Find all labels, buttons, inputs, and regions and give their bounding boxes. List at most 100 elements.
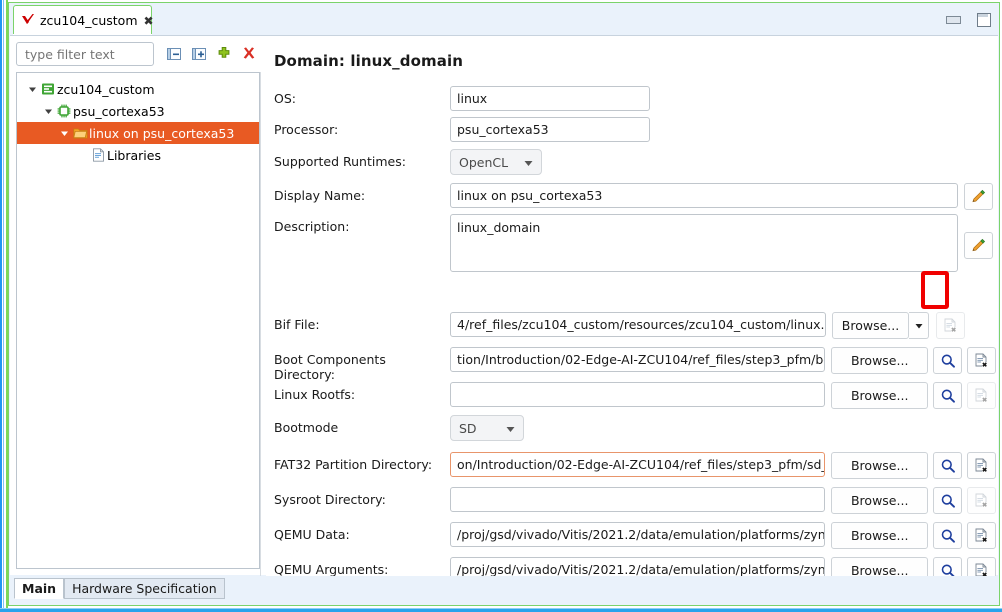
boot-components-directory-input[interactable]: tion/Introduction/02-Edge-AI-ZCU104/ref_… <box>450 347 826 372</box>
expand-all-icon[interactable] <box>191 46 207 62</box>
bif-file-browse-button[interactable]: Browse... <box>832 312 909 339</box>
remove-icon[interactable] <box>241 46 257 62</box>
form-row-processor: Processor: psu_cortexa53 <box>274 117 996 142</box>
field-label: FAT32 Partition Directory: <box>274 457 433 472</box>
bif-file-dropdown-button[interactable] <box>909 312 929 339</box>
chevron-down-icon[interactable] <box>25 85 39 94</box>
chevron-down-icon <box>524 155 533 170</box>
button-label: Browse... <box>850 493 909 508</box>
domain-form: Domain: linux_domain OS: linux Processor… <box>266 38 996 576</box>
os-input[interactable]: linux <box>450 86 650 111</box>
editor-content: zcu104_custom <box>10 35 998 602</box>
qemu-data-input[interactable]: /proj/gsd/vivado/Vitis/2021.2/data/emula… <box>450 522 826 547</box>
linux-rootfs-search-button[interactable] <box>933 382 963 409</box>
sysroot-search-button[interactable] <box>933 487 963 514</box>
linux-rootfs-input[interactable] <box>450 382 826 407</box>
qemu-arguments-clear-button[interactable] <box>967 557 996 576</box>
linux-rootfs-browse-button[interactable]: Browse... <box>831 382 929 409</box>
supported-runtimes-select[interactable]: OpenCL <box>450 149 542 175</box>
editor-tab-zcu104-custom[interactable]: zcu104_custom ✖ <box>13 5 154 35</box>
tree-item-psu-cortexa53[interactable]: psu_cortexa53 <box>17 100 259 122</box>
form-row-sysroot-directory: Sysroot Directory: Browse... <box>274 487 996 514</box>
bootmode-select[interactable]: SD <box>450 415 524 441</box>
folder-icon <box>71 126 89 140</box>
field-label: Processor: <box>274 122 339 137</box>
form-row-fat32-partition-directory: FAT32 Partition Directory: on/Introducti… <box>274 452 996 479</box>
field-label: Boot Components Directory: <box>274 352 386 382</box>
tab-label: Hardware Specification <box>72 581 217 596</box>
qemu-data-search-button[interactable] <box>933 522 963 549</box>
platform-tree[interactable]: zcu104_custom psu_cortexa53 linux on psu… <box>16 72 260 569</box>
tree-item-label: zcu104_custom <box>57 81 155 97</box>
edit-description-button[interactable] <box>964 232 993 259</box>
boot-components-search-button[interactable] <box>933 347 963 374</box>
tree-item-libraries[interactable]: Libraries <box>17 144 259 166</box>
boot-components-clear-button[interactable] <box>967 347 996 374</box>
form-row-qemu-data: QEMU Data: /proj/gsd/vivado/Vitis/2021.2… <box>274 522 996 549</box>
form-row-bif-file: Bif File: 4/ref_files/zcu104_custom/reso… <box>274 312 996 339</box>
boot-components-browse-button[interactable]: Browse... <box>831 347 929 374</box>
display-name-input[interactable]: linux on psu_cortexa53 <box>450 183 958 208</box>
fat32-clear-button[interactable] <box>967 452 996 479</box>
editor-tab-label: zcu104_custom <box>40 13 138 28</box>
fat32-partition-directory-input[interactable]: on/Introduction/02-Edge-AI-ZCU104/ref_fi… <box>450 452 826 477</box>
form-row-linux-rootfs: Linux Rootfs: Browse... <box>274 382 996 409</box>
window-edge-left-blue <box>0 0 2 612</box>
edit-display-name-button[interactable] <box>964 183 993 210</box>
qemu-arguments-browse-button[interactable]: Browse... <box>831 557 929 576</box>
form-row-description: Description: linux_domain <box>274 214 996 272</box>
tab-hardware-specification[interactable]: Hardware Specification <box>64 578 225 599</box>
minimize-icon[interactable] <box>945 11 961 27</box>
platform-icon <box>39 82 57 96</box>
sysroot-clear-button[interactable] <box>967 487 996 514</box>
field-label: QEMU Data: <box>274 527 350 542</box>
editor-area: zcu104_custom ✖ type filter text zcu104_… <box>8 2 1000 606</box>
processor-icon <box>55 104 73 118</box>
filter-input[interactable] <box>16 42 154 66</box>
form-row-os: OS: linux <box>274 86 996 111</box>
page-title: Domain: linux_domain <box>274 52 463 70</box>
tree-tool-buttons <box>166 46 257 62</box>
button-label: Browse... <box>850 458 909 473</box>
editor-page-tabs: Main Hardware Specification <box>10 576 998 605</box>
application-window: zcu104_custom ✖ type filter text zcu104_… <box>0 0 1002 612</box>
bif-file-input[interactable]: 4/ref_files/zcu104_custom/resources/zcu1… <box>450 312 826 337</box>
maximize-icon[interactable] <box>975 11 991 27</box>
tab-main[interactable]: Main <box>14 578 65 599</box>
tree-item-zcu104-custom[interactable]: zcu104_custom <box>17 78 259 100</box>
form-row-bootmode: Bootmode SD <box>274 415 996 441</box>
field-label: Description: <box>274 219 350 234</box>
processor-input[interactable]: psu_cortexa53 <box>450 117 650 142</box>
sysroot-browse-button[interactable]: Browse... <box>831 487 929 514</box>
add-icon[interactable] <box>216 46 232 62</box>
qemu-data-browse-button[interactable]: Browse... <box>831 522 929 549</box>
tab-label: Main <box>22 581 57 596</box>
fat32-browse-button[interactable]: Browse... <box>831 452 929 479</box>
linux-rootfs-clear-button[interactable] <box>967 382 996 409</box>
navigator-panel: zcu104_custom <box>16 41 260 569</box>
window-controls <box>945 11 991 27</box>
qemu-arguments-search-button[interactable] <box>933 557 963 576</box>
collapse-all-icon[interactable] <box>166 46 182 62</box>
description-input[interactable]: linux_domain <box>450 214 958 272</box>
chevron-down-icon[interactable] <box>57 129 71 138</box>
fat32-search-button[interactable] <box>933 452 963 479</box>
bif-file-clear-button[interactable] <box>936 312 965 339</box>
select-value: OpenCL <box>459 154 509 170</box>
vitis-platform-icon <box>20 13 36 29</box>
qemu-arguments-input[interactable]: /proj/gsd/vivado/Vitis/2021.2/data/emula… <box>450 557 826 576</box>
field-label: Bif File: <box>274 317 320 332</box>
form-row-supported-runtimes: Supported Runtimes: OpenCL <box>274 149 996 175</box>
tree-item-linux-on-psu-cortexa53[interactable]: linux on psu_cortexa53 <box>17 122 259 144</box>
window-edge-left-blue2 <box>3 0 4 612</box>
chevron-down-icon <box>506 421 515 436</box>
qemu-data-clear-button[interactable] <box>967 522 996 549</box>
field-label: Supported Runtimes: <box>274 154 406 169</box>
field-label: OS: <box>274 91 296 106</box>
chevron-down-icon[interactable] <box>41 107 55 116</box>
file-icon <box>89 148 107 162</box>
close-icon[interactable]: ✖ <box>144 15 154 27</box>
editor-tab-bar: zcu104_custom ✖ <box>9 3 999 36</box>
sysroot-directory-input[interactable] <box>450 487 826 512</box>
field-label: Display Name: <box>274 188 366 203</box>
